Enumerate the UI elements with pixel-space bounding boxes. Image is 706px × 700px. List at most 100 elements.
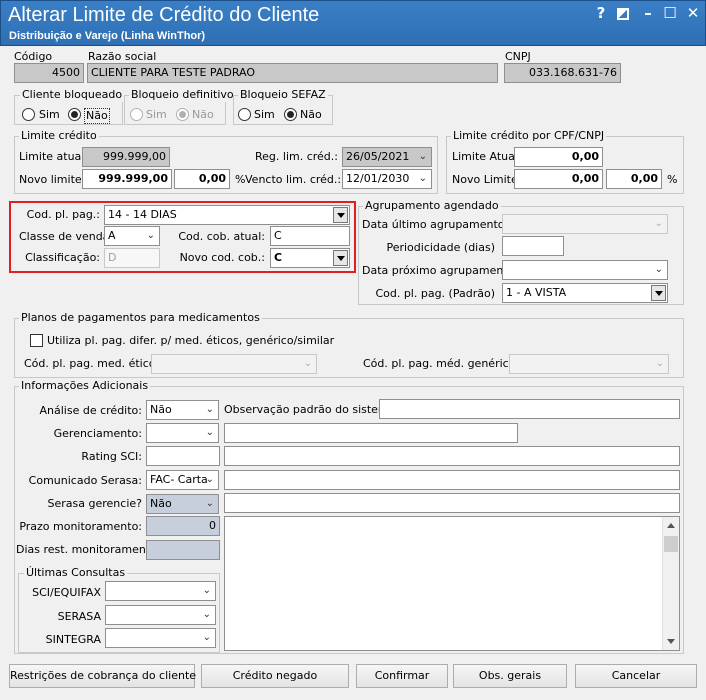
cliente-bloqueado-nao-radio[interactable] <box>68 108 81 121</box>
prazo-monitoramento-field[interactable]: 0 <box>146 516 220 536</box>
medicamentos-checkbox[interactable] <box>30 334 43 347</box>
sci-equifax-label: SCI/EQUIFAX <box>32 586 101 599</box>
close-icon[interactable]: ✕ <box>683 4 703 22</box>
dias-rest-monitoramento-field[interactable] <box>146 540 220 560</box>
cliente-bloqueado-title: Cliente bloqueado <box>20 88 125 102</box>
credito-negado-button[interactable]: Crédito negado <box>201 664 349 688</box>
chevron-down-icon: ⌄ <box>418 151 427 162</box>
help-icon[interactable]: ? <box>591 4 611 22</box>
chevron-down-icon: ⌄ <box>205 404 214 415</box>
data-proximo-label: Data próximo agrupamento <box>362 264 515 277</box>
obs-gerais-button[interactable]: Obs. gerais <box>453 664 567 688</box>
restricoes-cobranca-button[interactable]: Restrições de cobrança do cliente <box>9 664 196 688</box>
razao-social-field[interactable]: CLIENTE PARA TESTE PADRAO <box>87 63 498 83</box>
dropdown-arrow-icon <box>333 250 348 266</box>
bloqueio-sefaz-nao-radio[interactable] <box>284 108 297 121</box>
chevron-down-icon: ⌄ <box>654 264 663 275</box>
vencto-lim-cred-label: Vencto lim. créd.: <box>245 173 342 186</box>
memo-scrollbar[interactable] <box>662 517 679 650</box>
maximize-icon[interactable]: ☐ <box>660 4 680 22</box>
cod-pl-pag-select[interactable]: 14 - 14 DIAS <box>104 205 350 225</box>
medicamentos-title: Planos de pagamentos para medicamentos <box>19 311 262 325</box>
sintegra-select[interactable]: ⌄ <box>105 628 216 648</box>
bloqueio-definitivo-nao-label: Não <box>192 108 214 121</box>
cod-pl-pag-label: Cod. pl. pag.: <box>26 208 100 221</box>
comunicado-serasa-label: Comunicado Serasa: <box>28 474 142 487</box>
chevron-down-icon: ⌄ <box>205 498 214 509</box>
chevron-down-icon: ⌄ <box>303 358 312 369</box>
cod-cob-atual-field[interactable]: C <box>270 226 350 246</box>
scroll-up-icon[interactable] <box>667 523 675 528</box>
ultimas-consultas-title: Últimas Consultas <box>24 566 128 580</box>
bloqueio-sefaz-sim-label: Sim <box>254 108 275 121</box>
observacao-memo[interactable] <box>224 516 680 651</box>
serasa-gerencie-label: Serasa gerencie? <box>47 497 142 510</box>
limite-cpf-title: Limite crédito por CPF/CNPJ <box>451 129 607 143</box>
serasa-select[interactable]: ⌄ <box>105 605 216 625</box>
serasa-gerencie-desc-field[interactable] <box>224 493 680 513</box>
bloqueio-definitivo-nao-radio[interactable] <box>176 108 189 121</box>
sci-equifax-select[interactable]: ⌄ <box>105 581 216 601</box>
agrupamento-title: Agrupamento agendado <box>363 199 501 213</box>
data-proximo-select[interactable]: ⌄ <box>502 260 668 280</box>
prazo-monitoramento-label: Prazo monitoramento: <box>19 520 142 533</box>
classe-venda-select[interactable]: A ⌄ <box>104 226 160 246</box>
classificacao-field[interactable]: D <box>104 248 160 268</box>
cnpj-label: CNPJ <box>505 50 531 63</box>
limite-cpf-novo-label: Novo Limite: <box>452 173 522 186</box>
cnpj-field[interactable]: 033.168.631-76 <box>504 63 621 83</box>
sintegra-label: SINTEGRA <box>45 633 101 646</box>
comunicado-serasa-select[interactable]: FAC- Carta ⌄ <box>146 470 219 490</box>
data-ultimo-select[interactable]: ⌄ <box>502 214 668 234</box>
classe-venda-value: A <box>108 229 116 242</box>
gerenciamento-field[interactable] <box>224 423 518 443</box>
limite-cpf-novo-field[interactable]: 0,00 <box>514 169 603 189</box>
novo-limite-percent-sign: % <box>235 173 246 186</box>
bloqueio-definitivo-sim-radio[interactable] <box>130 108 143 121</box>
minimize-icon[interactable]: – <box>638 4 658 22</box>
limite-cpf-atual-field[interactable]: 0,00 <box>514 147 603 167</box>
observacao-field[interactable] <box>379 399 680 419</box>
limite-cpf-atual-label: Limite Atual: <box>452 150 522 163</box>
bloqueio-sefaz-sim-radio[interactable] <box>238 108 251 121</box>
cod-pl-pag-padrao-select[interactable]: 1 - A VISTA <box>502 283 668 303</box>
info-title: Informações Adicionais <box>19 379 151 393</box>
bloqueio-definitivo-title: Bloqueio definitivo <box>129 88 236 102</box>
restore-icon[interactable] <box>617 8 629 20</box>
comunicado-serasa-desc-field[interactable] <box>224 470 680 490</box>
novo-limite-field[interactable]: 999.999,00 <box>82 169 172 189</box>
cancelar-button[interactable]: Cancelar <box>575 664 697 688</box>
chevron-down-icon: ⌄ <box>202 632 211 643</box>
rating-sci-field[interactable] <box>146 446 220 466</box>
codigo-label: Código <box>14 50 53 63</box>
vencto-lim-cred-field[interactable]: 12/01/2030 ⌄ <box>342 169 432 189</box>
serasa-gerencie-select[interactable]: Não ⌄ <box>146 494 219 514</box>
periodicidade-label: Periodicidade (dias) <box>386 241 495 254</box>
reg-lim-cred-field[interactable]: 26/05/2021 ⌄ <box>342 147 432 167</box>
limite-atual-label: Limite atual: <box>19 150 89 163</box>
scroll-down-icon[interactable] <box>667 639 675 644</box>
rating-sci-label: Rating SCI: <box>81 450 142 463</box>
serasa-label: SERASA <box>57 610 101 623</box>
limite-cpf-percent-field[interactable]: 0,00 <box>606 169 662 189</box>
cliente-bloqueado-sim-radio[interactable] <box>22 108 35 121</box>
comunicado-serasa-value: FAC- Carta <box>150 473 208 486</box>
chevron-down-icon: ⌄ <box>205 427 214 438</box>
etico-select[interactable]: ⌄ <box>151 354 317 374</box>
generico-select[interactable]: ⌄ <box>509 354 669 374</box>
razao-social-label: Razão social <box>88 50 157 63</box>
cod-pl-pag-value: 14 - 14 DIAS <box>108 208 177 221</box>
chevron-down-icon: ⌄ <box>205 474 214 485</box>
gerenciamento-select[interactable]: ⌄ <box>146 423 219 443</box>
analise-credito-select[interactable]: Não ⌄ <box>146 400 219 420</box>
rating-sci-desc-field[interactable] <box>224 446 680 466</box>
analise-credito-label: Análise de crédito: <box>39 404 142 417</box>
periodicidade-field[interactable] <box>502 236 564 256</box>
confirmar-button[interactable]: Confirmar <box>356 664 448 688</box>
chevron-down-icon: ⌄ <box>146 230 155 241</box>
scroll-thumb[interactable] <box>664 536 678 552</box>
codigo-field[interactable]: 4500 <box>14 63 84 83</box>
novo-cod-cob-select[interactable]: C <box>270 248 350 268</box>
novo-limite-percent-field[interactable]: 0,00 <box>174 169 230 189</box>
limite-atual-field[interactable]: 999.999,00 <box>82 147 170 167</box>
